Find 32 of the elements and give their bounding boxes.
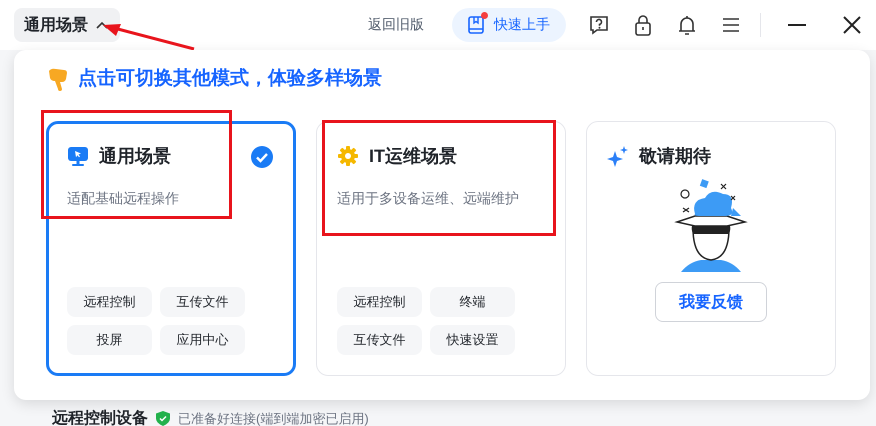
card-description: 适用于多设备运维、远端维护	[337, 189, 520, 208]
feature-tag: 终端	[430, 287, 515, 317]
card-title: 通用场景	[99, 145, 171, 168]
back-to-old-version-link[interactable]: 返回旧版	[368, 16, 424, 34]
connection-status: 已准备好连接(端到端加密已启用)	[178, 410, 369, 426]
mode-card[interactable]: 通用场景 适配基础远程操作 远程控制 互传文件 投屏 应用中心	[46, 121, 296, 376]
mode-switch-button[interactable]: 通用场景	[14, 8, 120, 42]
help-icon[interactable]	[588, 14, 610, 36]
sparkle-icon	[607, 145, 629, 167]
caret-icon	[96, 21, 108, 29]
feature-tag: 应用中心	[160, 325, 245, 355]
lock-icon[interactable]	[632, 14, 654, 36]
card-title: IT运维场景	[369, 145, 457, 168]
feature-tag: 远程控制	[337, 287, 422, 317]
card-description: 适配基础远程操作	[67, 189, 180, 208]
card-title: 敬请期待	[639, 145, 711, 168]
feature-tag: 投屏	[67, 325, 152, 355]
feature-tag: 快速设置	[430, 325, 515, 355]
bell-icon[interactable]	[676, 14, 698, 36]
section-title: 远程控制设备	[52, 408, 148, 426]
mode-card[interactable]: IT运维场景 适用于多设备运维、远端维护 远程控制 终端 互传文件 快速设置	[316, 121, 566, 376]
close-icon[interactable]	[842, 15, 862, 35]
quick-start-button[interactable]: 快速上手	[452, 8, 566, 42]
book-icon	[466, 15, 486, 35]
feature-tag: 远程控制	[67, 287, 152, 317]
gear-icon	[337, 145, 359, 167]
panel-heading: 点击可切换其他模式，体验多样场景	[78, 66, 382, 91]
monitor-icon	[67, 145, 89, 167]
check-icon	[251, 146, 273, 168]
feature-tag: 互传文件	[160, 287, 245, 317]
feature-tag: 互传文件	[337, 325, 422, 355]
feedback-button[interactable]: 我要反馈	[655, 282, 767, 322]
